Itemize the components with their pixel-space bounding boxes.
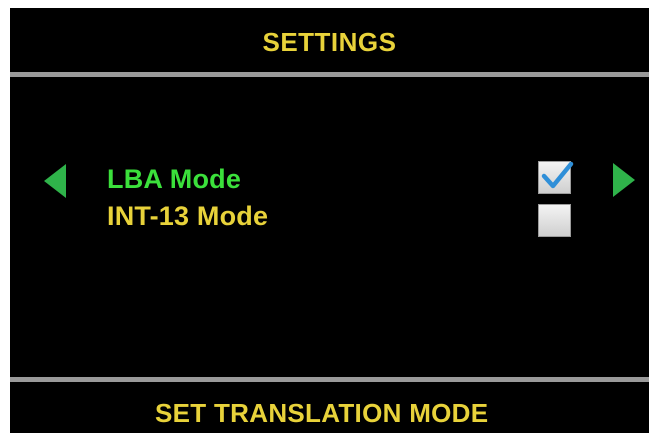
lba-mode-checkbox[interactable] (538, 161, 574, 194)
footer: SET TRANSLATION MODE (10, 382, 649, 433)
option-int13-mode-label[interactable]: INT-13 Mode (107, 201, 268, 232)
page-title: SETTINGS (262, 27, 397, 57)
int13-mode-checkbox[interactable] (538, 204, 571, 237)
checkmark-icon (541, 161, 574, 189)
top-divider (10, 72, 649, 77)
arrow-right-icon[interactable] (613, 163, 635, 197)
arrow-left-icon[interactable] (44, 164, 66, 198)
settings-screen: SETTINGS LBA Mode INT-13 Mode SET TRANSL… (10, 8, 649, 433)
option-lba-mode-label[interactable]: LBA Mode (107, 164, 241, 195)
footer-hint: SET TRANSLATION MODE (155, 398, 489, 428)
header: SETTINGS (10, 8, 649, 72)
